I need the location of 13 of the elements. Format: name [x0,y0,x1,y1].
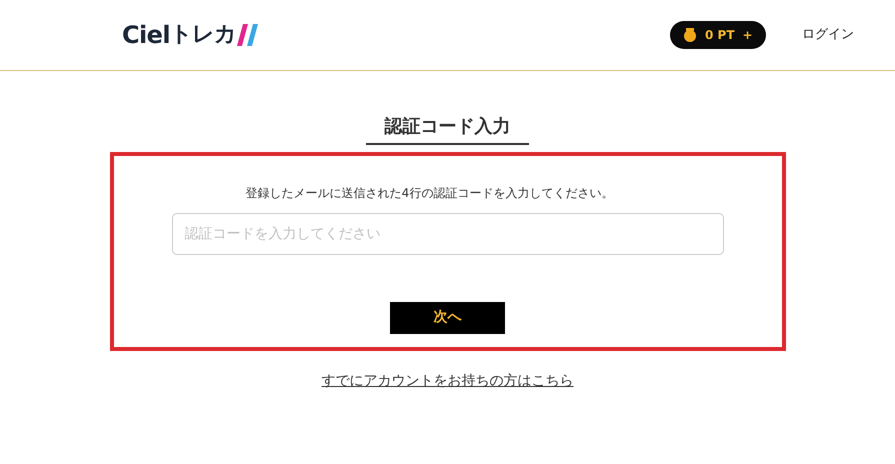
page-title: 認証コード入力 [384,116,510,138]
logo-text: Ciel [122,23,170,47]
instruction-text: 登録したメールに送信された4行の認証コードを入力してください。 [246,184,614,202]
logo-slashes-icon [236,24,259,46]
points-button[interactable]: 0 PT + [670,21,766,49]
add-points-text: + [742,27,753,44]
next-button[interactable]: 次へ [390,302,505,334]
existing-account-link[interactable]: すでにアカウントをお持ちの方はこちら [322,370,574,392]
code-input-field[interactable]: 認証コードを入力してください [172,212,724,254]
coin-icon [683,27,697,43]
logo-text: トレカ [170,24,236,46]
login-link[interactable]: ログイン [802,25,854,45]
points-text: 0 PT [705,27,735,44]
